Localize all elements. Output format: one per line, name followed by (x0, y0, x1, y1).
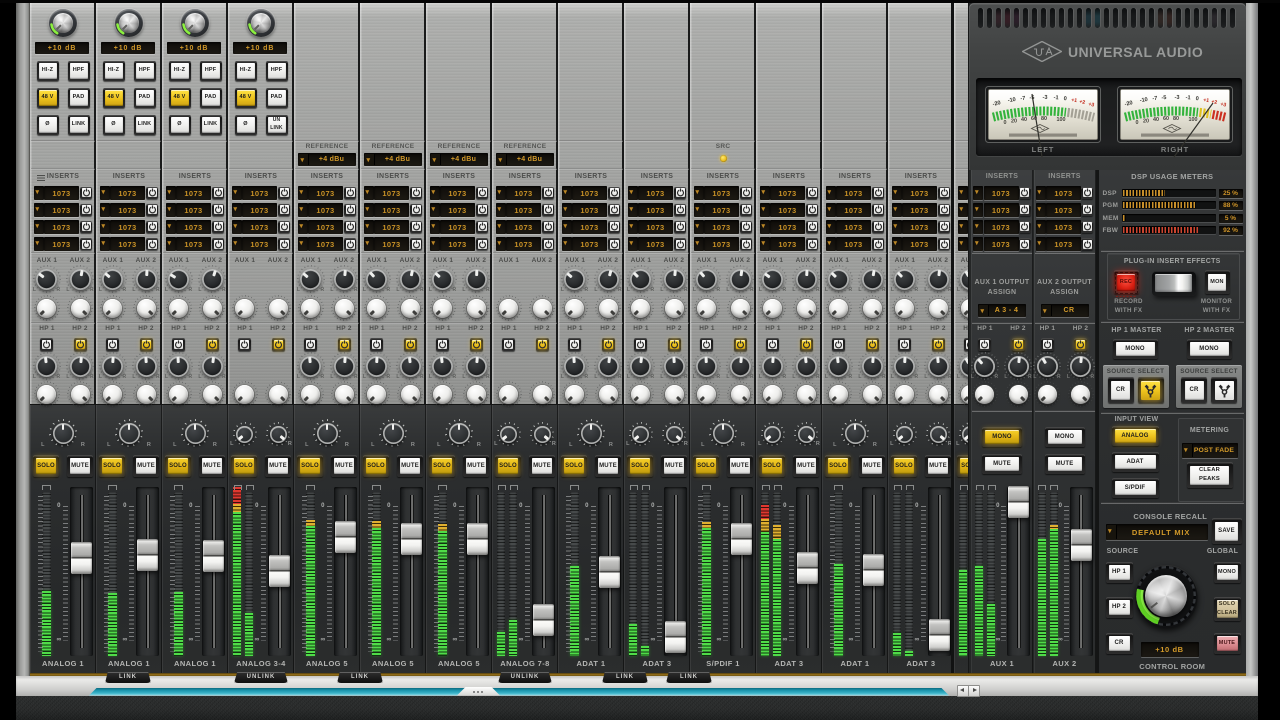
svg-text:80: 80 (1041, 116, 1047, 122)
svg-text:0: 0 (1195, 96, 1199, 102)
svg-text:100: 100 (1189, 117, 1198, 123)
svg-text:-10: -10 (1007, 97, 1016, 104)
svg-text:-7: -7 (1152, 96, 1157, 102)
svg-text:20: 20 (1011, 119, 1017, 125)
svg-text:100: 100 (1057, 117, 1066, 123)
svg-text:0: 0 (1063, 96, 1067, 102)
svg-text:40: 40 (1021, 117, 1027, 123)
svg-text:-3: -3 (1042, 95, 1047, 101)
svg-text:80: 80 (1173, 116, 1179, 122)
svg-text:+1: +1 (1203, 97, 1210, 104)
svg-text:20: 20 (1143, 119, 1149, 125)
svg-text:0: 0 (1004, 120, 1007, 126)
svg-text:-5: -5 (1161, 95, 1166, 101)
svg-text:60: 60 (1163, 116, 1169, 122)
svg-text:-10: -10 (1139, 97, 1148, 104)
svg-text:40: 40 (1153, 117, 1159, 123)
svg-text:-3: -3 (1174, 95, 1179, 101)
svg-text:+2: +2 (1079, 99, 1086, 106)
svg-text:-7: -7 (1020, 96, 1025, 102)
svg-text:-1: -1 (1053, 95, 1058, 101)
svg-text:-1: -1 (1185, 95, 1190, 101)
svg-text:0: 0 (1136, 120, 1139, 126)
svg-text:+1: +1 (1071, 97, 1078, 104)
